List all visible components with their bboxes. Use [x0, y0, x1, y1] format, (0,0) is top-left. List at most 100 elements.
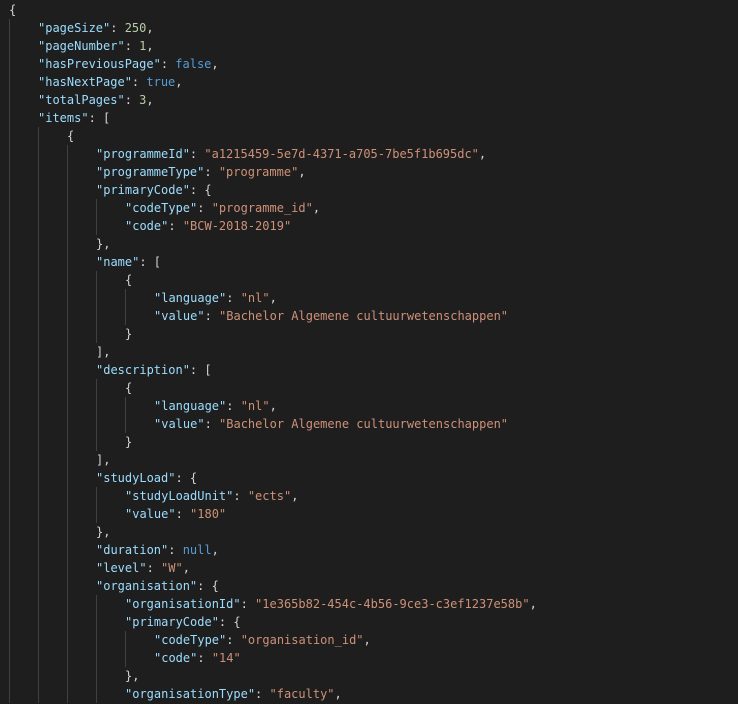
json-punctuation: {	[67, 129, 75, 143]
json-key: "name"	[96, 255, 140, 269]
json-key: "code"	[154, 651, 198, 665]
json-punctuation: {	[125, 381, 133, 395]
indent-guide	[96, 595, 97, 703]
indent-guide	[125, 631, 126, 667]
code-line[interactable]: }	[125, 433, 132, 451]
json-key: "primaryCode"	[96, 183, 190, 197]
code-line[interactable]: "codeType": "organisation_id",	[154, 631, 371, 649]
json-string: "Bachelor Algemene cultuurwetenschappen"	[219, 417, 509, 431]
code-line[interactable]: "code": "14"	[154, 649, 241, 667]
json-editor[interactable]: { "pageSize": 250, "pageNumber": 1, "hasPre…	[0, 0, 738, 704]
code-line[interactable]: },	[125, 667, 139, 685]
code-line[interactable]: "hasNextPage": true,	[38, 73, 183, 91]
json-punctuation: : {	[175, 471, 198, 485]
json-literal: false	[175, 57, 212, 71]
json-punctuation: :	[160, 57, 176, 71]
json-string: "ects"	[247, 489, 292, 503]
code-line[interactable]: }	[125, 325, 132, 343]
json-punctuation: :	[110, 21, 125, 35]
json-key: "organisationId"	[125, 597, 241, 611]
json-punctuation: :	[204, 417, 220, 431]
json-key: "codeType"	[154, 633, 227, 647]
json-punctuation: :	[233, 489, 248, 503]
json-punctuation: :	[204, 165, 219, 179]
code-line[interactable]: {	[125, 379, 132, 397]
code-line[interactable]: "programmeType": "programme",	[96, 163, 306, 181]
json-punctuation: }	[125, 435, 133, 449]
json-punctuation: ,	[146, 39, 154, 53]
json-punctuation: ,	[211, 543, 219, 557]
json-punctuation: : {	[189, 183, 212, 197]
json-string: "180"	[190, 507, 227, 521]
code-line[interactable]: "programmeId": "a1215459-5e7d-4371-a705-…	[96, 145, 486, 163]
indent-guide	[125, 397, 126, 433]
code-line[interactable]: "organisationId": "1e365b82-454c-4b56-9c…	[125, 595, 537, 613]
code-line[interactable]: {	[67, 127, 74, 145]
json-punctuation: ,	[291, 489, 299, 503]
json-punctuation: :	[175, 507, 191, 521]
json-punctuation: ,	[363, 633, 371, 647]
json-punctuation: },	[96, 525, 111, 539]
json-punctuation: : [	[189, 363, 212, 377]
json-punctuation: :	[146, 561, 162, 575]
json-punctuation: : [	[139, 255, 162, 269]
code-line[interactable]: "pageNumber": 1,	[38, 37, 154, 55]
json-key: "programmeId"	[96, 147, 190, 161]
code-line[interactable]: "totalPages": 3,	[38, 91, 154, 109]
code-line[interactable]: "hasPreviousPage": false,	[38, 55, 219, 73]
code-line[interactable]: "primaryCode": {	[125, 613, 241, 631]
json-punctuation: ,	[182, 561, 190, 575]
json-key: "items"	[38, 111, 89, 125]
code-line[interactable]: "studyLoadUnit": "ects",	[125, 487, 298, 505]
json-punctuation: ,	[529, 597, 537, 611]
json-punctuation: {	[125, 273, 133, 287]
json-punctuation: :	[124, 39, 140, 53]
code-line[interactable]: "level": "W",	[96, 559, 190, 577]
code-line[interactable]: "pageSize": 250,	[38, 19, 154, 37]
json-punctuation: ,	[269, 399, 277, 413]
json-key: "value"	[154, 417, 205, 431]
json-key: "duration"	[96, 543, 169, 557]
code-line[interactable]: "value": "Bachelor Algemene cultuurweten…	[154, 415, 508, 433]
json-punctuation: ,	[175, 75, 183, 89]
json-punctuation: :	[255, 687, 270, 701]
code-line[interactable]: "studyLoad": {	[96, 469, 197, 487]
code-line[interactable]: "value": "180"	[125, 505, 226, 523]
code-line[interactable]: ],	[96, 343, 110, 361]
code-line[interactable]: },	[96, 523, 110, 541]
code-line[interactable]: "language": "nl",	[154, 397, 277, 415]
json-punctuation: ,	[334, 687, 342, 701]
json-punctuation: ,	[146, 93, 154, 107]
json-punctuation: :	[197, 201, 212, 215]
json-key: "language"	[154, 291, 227, 305]
json-punctuation: }	[125, 327, 133, 341]
json-key: "language"	[154, 399, 227, 413]
code-line[interactable]: "duration": null,	[96, 541, 219, 559]
code-line[interactable]: },	[96, 235, 110, 253]
json-punctuation: : {	[218, 615, 241, 629]
code-line[interactable]: ],	[96, 451, 110, 469]
code-line[interactable]: "description": [	[96, 361, 212, 379]
json-punctuation: ,	[211, 57, 219, 71]
json-punctuation: {	[9, 3, 17, 17]
code-line[interactable]: {	[125, 271, 132, 289]
json-punctuation: ,	[298, 165, 306, 179]
code-line[interactable]: "name": [	[96, 253, 161, 271]
json-punctuation: :	[226, 633, 241, 647]
code-line[interactable]: "organisationType": "faculty",	[125, 685, 342, 703]
json-punctuation: :	[226, 291, 241, 305]
code-line[interactable]: "codeType": "programme_id",	[125, 199, 320, 217]
code-line[interactable]: "items": [	[38, 109, 110, 127]
code-line[interactable]: "primaryCode": {	[96, 181, 212, 199]
json-punctuation: :	[240, 597, 256, 611]
code-line[interactable]: "code": "BCW-2018-2019"	[125, 217, 291, 235]
code-line[interactable]: "value": "Bachelor Algemene cultuurweten…	[154, 307, 508, 325]
code-line[interactable]: "organisation": {	[96, 577, 219, 595]
json-punctuation: },	[96, 237, 111, 251]
code-line[interactable]: {	[9, 1, 16, 19]
json-punctuation: : [	[88, 111, 111, 125]
json-string: "programme_id"	[211, 201, 313, 215]
indent-guide	[125, 289, 126, 325]
code-line[interactable]: "language": "nl",	[154, 289, 277, 307]
indent-guide	[96, 199, 97, 235]
